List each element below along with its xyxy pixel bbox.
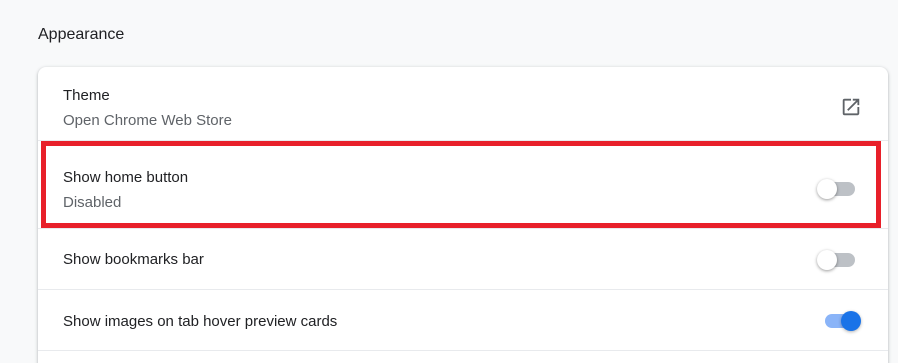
appearance-card: Theme Open Chrome Web Store Show home bu… bbox=[38, 67, 888, 363]
settings-page: Appearance Theme Open Chrome Web Store S… bbox=[0, 0, 898, 363]
bookmarks-bar-row[interactable]: Show bookmarks bar bbox=[38, 228, 888, 289]
section-title: Appearance bbox=[38, 26, 125, 43]
next-row bbox=[38, 350, 888, 363]
toggle-knob bbox=[841, 311, 861, 331]
theme-sublabel: Open Chrome Web Store bbox=[63, 112, 232, 129]
tab-hover-row[interactable]: Show images on tab hover preview cards bbox=[38, 289, 888, 350]
home-button-row[interactable]: Show home button Disabled bbox=[38, 140, 888, 228]
toggle-knob bbox=[817, 250, 837, 270]
tab-hover-label: Show images on tab hover preview cards bbox=[63, 313, 338, 330]
home-button-toggle[interactable] bbox=[817, 178, 857, 200]
bookmarks-bar-toggle[interactable] bbox=[817, 249, 857, 271]
bookmarks-bar-label: Show bookmarks bar bbox=[63, 251, 204, 268]
tab-hover-toggle[interactable] bbox=[821, 310, 861, 332]
theme-label: Theme bbox=[63, 87, 110, 104]
toggle-knob bbox=[817, 179, 837, 199]
theme-row[interactable]: Theme Open Chrome Web Store bbox=[38, 67, 888, 140]
home-button-sublabel: Disabled bbox=[63, 194, 122, 211]
home-button-label: Show home button bbox=[63, 169, 189, 186]
open-in-new-icon[interactable] bbox=[840, 96, 862, 118]
